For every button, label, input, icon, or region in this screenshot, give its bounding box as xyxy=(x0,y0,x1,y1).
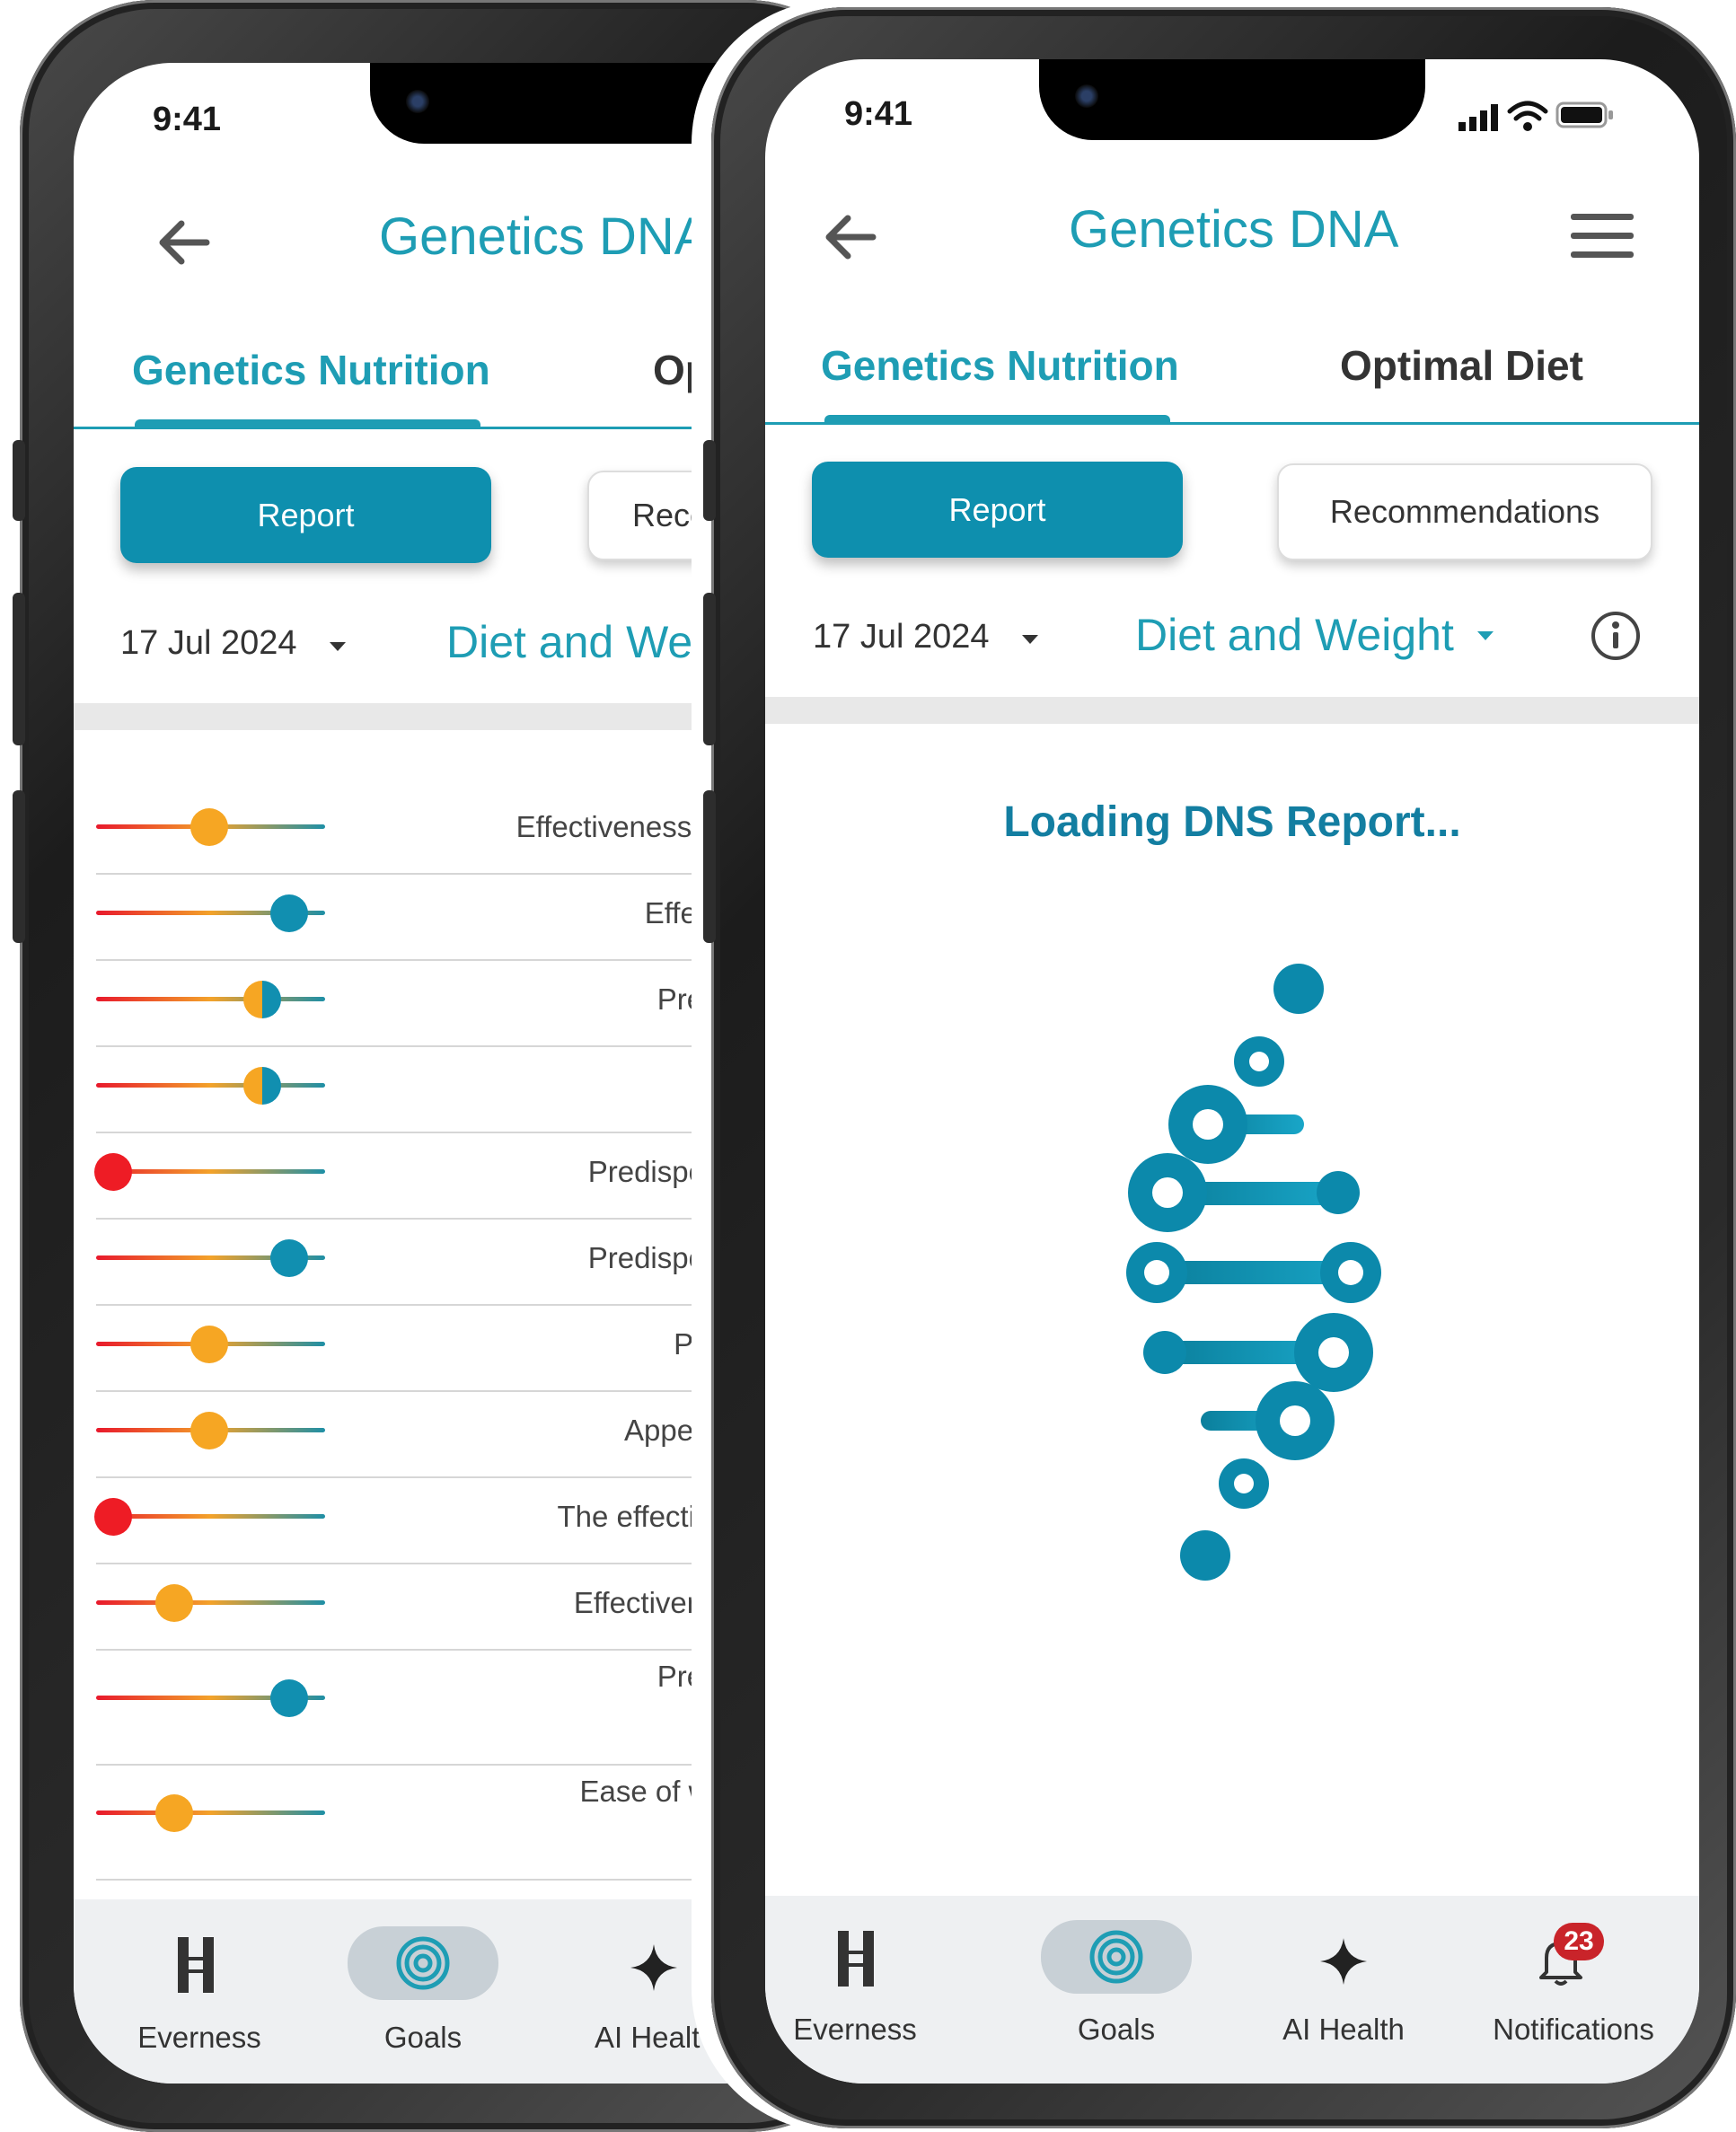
goals-target-icon xyxy=(396,1936,450,1990)
recommendations-button[interactable]: Recommendations xyxy=(1277,463,1652,560)
back-arrow-icon[interactable] xyxy=(819,206,882,269)
side-button xyxy=(13,790,25,943)
score-slider-knob xyxy=(243,1067,282,1105)
score-slider-knob xyxy=(189,808,228,846)
everness-logo-icon[interactable] xyxy=(172,1934,219,1996)
score-slider-knob xyxy=(269,1239,308,1277)
chevron-down-icon[interactable] xyxy=(1477,631,1494,640)
nav-notifications[interactable]: Notifications xyxy=(1466,2013,1681,2047)
score-slider-knob xyxy=(155,1794,194,1832)
side-button xyxy=(13,593,25,745)
notch xyxy=(1039,59,1425,140)
tab-optimal-diet[interactable]: Optimal Diet xyxy=(1340,341,1583,390)
info-icon[interactable] xyxy=(1590,610,1642,662)
goals-target-icon xyxy=(1089,1930,1143,1984)
sparkle-icon[interactable] xyxy=(1318,1936,1369,1987)
screen-right: 9:41 Genetics DNA Genetics Nutrition Opt… xyxy=(765,59,1699,2084)
nav-ai-health[interactable]: AI Health xyxy=(1254,2013,1433,2047)
side-button xyxy=(703,440,716,521)
nav-goals[interactable]: Goals xyxy=(333,2021,513,2055)
notification-badge: 23 xyxy=(1554,1923,1604,1960)
status-time: 9:41 xyxy=(153,101,222,138)
report-button[interactable]: Report xyxy=(120,467,491,563)
score-slider-knob xyxy=(155,1584,194,1622)
side-button xyxy=(703,593,716,745)
page-title: Genetics DNA xyxy=(379,207,709,266)
nav-everness[interactable]: Everness xyxy=(765,2013,945,2047)
tab-indicator xyxy=(824,415,1170,422)
bottom-nav: Everness Goals AI Health 23 Notification… xyxy=(765,1896,1699,2084)
report-button[interactable]: Report xyxy=(812,462,1183,558)
score-slider-knob xyxy=(269,1679,308,1717)
date-selector[interactable]: 17 Jul 2024 xyxy=(813,618,990,656)
hamburger-menu-icon[interactable] xyxy=(1569,210,1635,262)
chevron-down-icon[interactable] xyxy=(330,642,346,651)
tab-genetics-nutrition[interactable]: Genetics Nutrition xyxy=(132,346,490,394)
score-slider-track xyxy=(96,997,325,1001)
score-slider-knob xyxy=(269,894,308,932)
score-slider-track xyxy=(96,1600,325,1605)
nav-everness[interactable]: Everness xyxy=(110,2021,289,2055)
phone-right: 9:41 Genetics DNA Genetics Nutrition Opt… xyxy=(692,0,1736,2132)
tab-indicator xyxy=(135,419,480,427)
back-arrow-icon[interactable] xyxy=(153,211,216,274)
side-button xyxy=(703,790,716,943)
category-selector[interactable]: Diet and Weig xyxy=(446,616,727,668)
sparkle-icon[interactable] xyxy=(629,1943,679,1993)
chevron-down-icon[interactable] xyxy=(1022,635,1038,644)
section-divider xyxy=(765,697,1699,724)
score-slider-knob xyxy=(243,981,282,1018)
battery-icon xyxy=(1555,101,1613,128)
score-slider-knob xyxy=(94,1498,132,1536)
tab-genetics-nutrition[interactable]: Genetics Nutrition xyxy=(821,341,1179,390)
score-slider-track xyxy=(96,1810,325,1815)
dna-loader-icon xyxy=(1126,964,1381,1581)
category-selector[interactable]: Diet and Weight xyxy=(1135,609,1454,661)
side-button xyxy=(13,440,25,521)
wifi-icon xyxy=(1507,101,1548,131)
score-slider-knob xyxy=(189,1326,228,1363)
page-title: Genetics DNA xyxy=(1069,200,1399,259)
signal-icon xyxy=(1458,104,1498,131)
tab-divider xyxy=(765,422,1699,425)
front-camera xyxy=(1075,84,1098,108)
date-selector[interactable]: 17 Jul 2024 xyxy=(120,624,297,663)
front-camera xyxy=(406,90,429,113)
score-slider-knob xyxy=(94,1153,132,1191)
nav-goals[interactable]: Goals xyxy=(1027,2013,1206,2047)
status-time: 9:41 xyxy=(844,95,913,133)
score-slider-knob xyxy=(189,1412,228,1449)
score-slider-track xyxy=(96,1083,325,1088)
loading-text: Loading DNS Report... xyxy=(1003,798,1461,846)
everness-logo-icon[interactable] xyxy=(833,1927,879,1990)
